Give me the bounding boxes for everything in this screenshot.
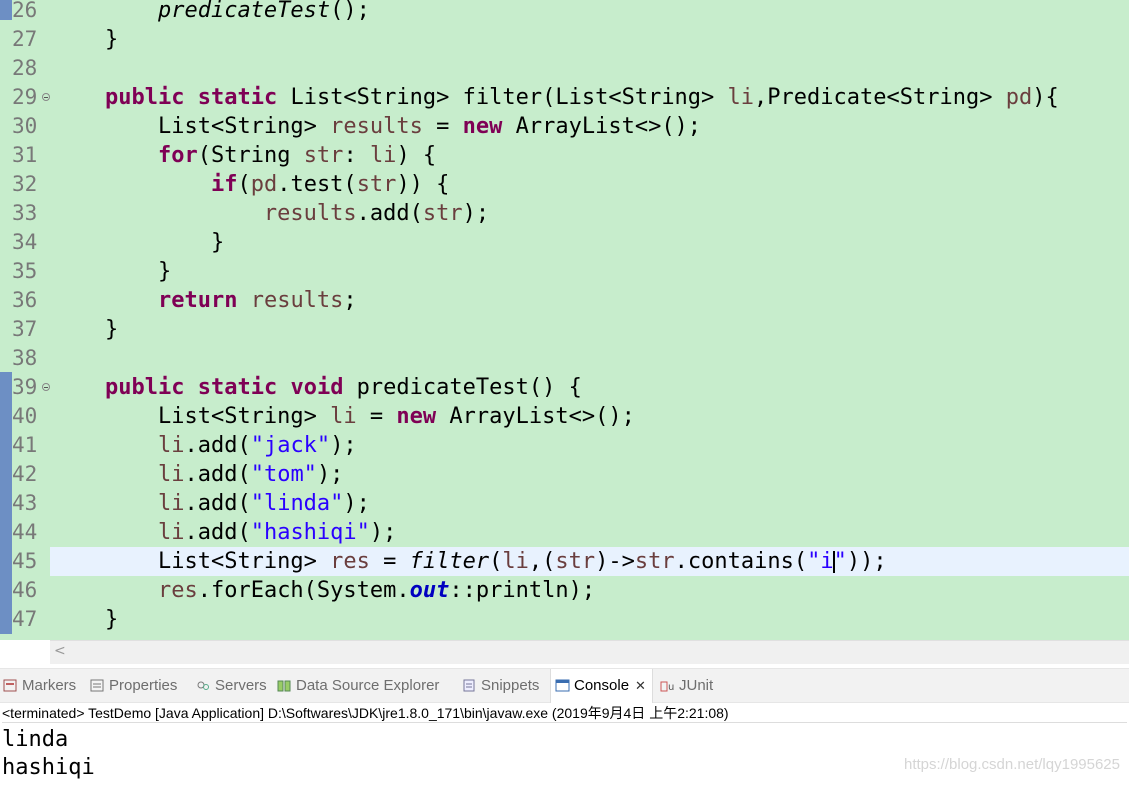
line-number: 37 (12, 317, 38, 341)
code-line: if(pd.test(str)) { (210, 172, 450, 197)
code-editor[interactable]: 26 27 28 29 30 31 32 33 34 35 36 37 38 3… (0, 0, 1129, 640)
code-line: } (157, 259, 172, 284)
code-line: } (104, 317, 119, 342)
servers-icon (196, 671, 211, 690)
line-number: 42 (12, 462, 38, 486)
tab-properties[interactable]: Properties (90, 669, 177, 703)
code-line: } (210, 230, 225, 255)
console-status-line: <terminated> TestDemo [Java Application]… (2, 703, 1127, 723)
console-icon (555, 671, 570, 692)
tab-markers[interactable]: Markers (3, 669, 76, 703)
fold-toggle-icon[interactable] (42, 383, 50, 391)
code-line: results.add(str); (263, 201, 490, 226)
code-line: } (104, 607, 119, 632)
horizontal-scrollbar[interactable]: < (50, 640, 1129, 664)
tab-console[interactable]: Console ✕ (550, 669, 653, 703)
code-line: List<String> li = new ArrayList<>(); (157, 404, 635, 429)
line-number: 46 (12, 578, 38, 602)
line-number: 35 (12, 259, 38, 283)
close-icon[interactable]: ✕ (635, 669, 646, 703)
junit-icon: u (660, 671, 675, 693)
tab-servers[interactable]: Servers (196, 669, 267, 703)
code-line: li.add("hashiqi"); (157, 520, 397, 545)
properties-icon (90, 671, 105, 692)
code-line: li.add("linda"); (157, 491, 370, 516)
fold-toggle-icon[interactable] (42, 93, 50, 101)
line-number: 34 (12, 230, 38, 254)
line-number: 45 (12, 549, 38, 573)
line-number: 27 (12, 27, 38, 51)
line-number: 40 (12, 404, 38, 428)
code-line: res.forEach(System.out::println); (157, 578, 596, 603)
change-marker (0, 372, 12, 634)
line-number: 30 (12, 114, 38, 138)
line-number: 33 (12, 201, 38, 225)
svg-text:u: u (668, 682, 674, 692)
code-line: List<String> results = new ArrayList<>()… (157, 114, 702, 139)
view-tab-bar: Markers Properties Servers Data Source E… (0, 668, 1129, 703)
console-output-line: hashiqi (2, 755, 95, 780)
line-number-gutter: 26 27 28 29 30 31 32 33 34 35 36 37 38 3… (0, 0, 50, 640)
code-line: predicateTest(); (157, 0, 370, 23)
code-line: for(String str: li) { (157, 143, 437, 168)
code-line: public static List<String> filter(List<S… (104, 85, 1059, 110)
code-line: li.add("jack"); (157, 433, 357, 458)
code-line: return results; (157, 288, 357, 313)
line-number: 36 (12, 288, 38, 312)
line-number: 38 (12, 346, 38, 370)
tab-junit[interactable]: u JUnit (660, 669, 713, 703)
line-number: 47 (12, 607, 38, 631)
scrollbar-corner (0, 640, 50, 664)
snippets-icon (462, 671, 477, 692)
watermark: https://blog.csdn.net/lqy1995625 (904, 756, 1120, 773)
line-number: 41 (12, 433, 38, 457)
line-number: 26 (12, 0, 38, 22)
tab-data-source-explorer[interactable]: Data Source Explorer (277, 669, 439, 703)
console-output-line: linda (2, 727, 69, 752)
scroll-left-icon[interactable]: < (54, 643, 66, 659)
code-line: public static void predicateTest() { (104, 375, 582, 400)
line-number: 43 (12, 491, 38, 515)
line-number: 28 (12, 56, 38, 80)
change-marker (0, 0, 12, 20)
tab-snippets[interactable]: Snippets (462, 669, 539, 703)
code-line: List<String> res = filter(li,(str)->str.… (157, 549, 887, 574)
code-line: li.add("tom"); (157, 462, 344, 487)
line-number: 32 (12, 172, 38, 196)
data-source-icon (277, 671, 292, 692)
line-number: 31 (12, 143, 38, 167)
markers-icon (3, 671, 18, 692)
line-number: 44 (12, 520, 38, 544)
code-line: } (104, 27, 119, 52)
